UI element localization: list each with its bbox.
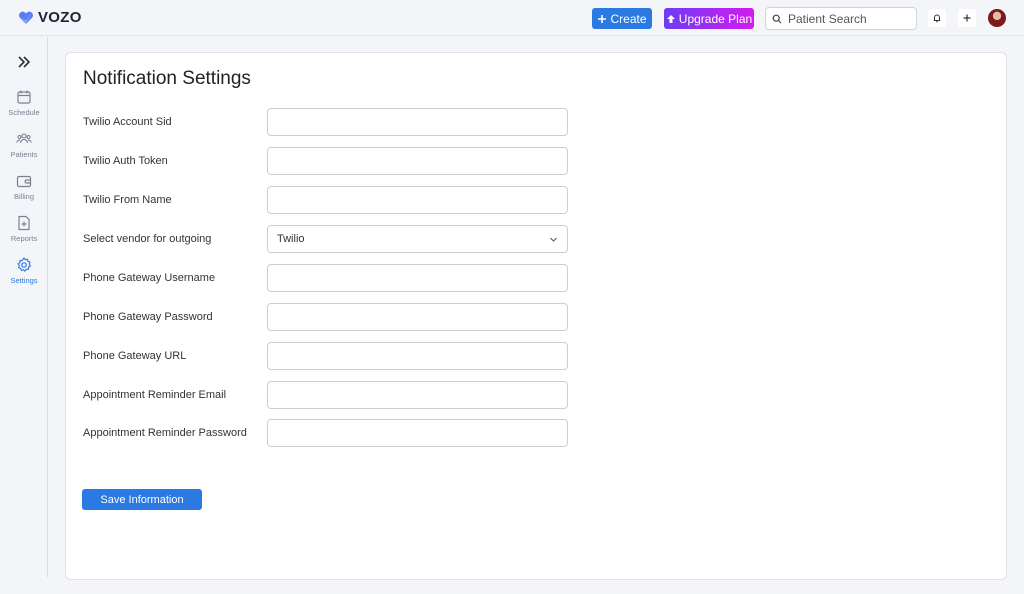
field-label: Twilio From Name <box>83 194 172 206</box>
create-button[interactable]: Create <box>592 8 652 29</box>
field-label: Appointment Reminder Email <box>83 389 227 401</box>
expand-sidebar-icon[interactable] <box>15 53 33 71</box>
vendor-select[interactable]: Twilio <box>267 225 568 253</box>
arrow-up-icon <box>666 14 675 23</box>
form-row-reminder-email: Appointment Reminder Email <box>83 381 573 409</box>
save-information-button[interactable]: Save Information <box>82 489 202 510</box>
form-row-phone-gateway-url: Phone Gateway URL <box>83 342 573 370</box>
sidebar-item-patients[interactable]: Patients <box>0 131 48 167</box>
field-label: Twilio Account Sid <box>83 116 172 128</box>
field-label: Twilio Auth Token <box>83 155 168 167</box>
sidebar-item-label: Reports <box>10 234 38 243</box>
sidebar-item-label: Billing <box>13 192 34 201</box>
chevron-down-icon <box>550 237 557 242</box>
quick-add-button[interactable] <box>958 9 976 27</box>
appointment-reminder-password-input[interactable] <box>267 419 568 447</box>
twilio-account-sid-input[interactable] <box>267 108 568 136</box>
calendar-icon <box>17 90 31 104</box>
patient-search[interactable] <box>765 7 917 30</box>
vendor-select-value: Twilio <box>277 233 305 245</box>
field-label: Select vendor for outgoing <box>83 233 212 245</box>
gear-icon <box>17 257 32 272</box>
bell-icon <box>933 14 941 23</box>
form-row-phone-gateway-password: Phone Gateway Password <box>83 303 573 331</box>
sidebar-item-schedule[interactable]: Schedule <box>0 89 48 125</box>
sidebar-item-label: Schedule <box>8 108 40 117</box>
user-avatar[interactable] <box>988 9 1006 27</box>
form-row-twilio-from-name: Twilio From Name <box>83 186 573 214</box>
search-icon <box>772 14 782 23</box>
upgrade-plan-label: Upgrade Plan <box>678 11 753 26</box>
notifications-button[interactable] <box>928 9 946 27</box>
form-row-twilio-account-sid: Twilio Account Sid <box>83 108 573 136</box>
form-row-vendor-select: Select vendor for outgoing Twilio <box>83 225 573 253</box>
plus-icon <box>963 14 971 22</box>
logo-text: VOZO <box>38 9 82 26</box>
sidebar-item-label: Patients <box>10 150 38 159</box>
sidebar-item-settings[interactable]: Settings <box>0 257 48 293</box>
sidebar: Schedule Patients Billing Reports Settin… <box>0 37 48 577</box>
wallet-icon <box>16 175 32 188</box>
phone-gateway-password-input[interactable] <box>267 303 568 331</box>
twilio-auth-token-input[interactable] <box>267 147 568 175</box>
upgrade-plan-button[interactable]: Upgrade Plan <box>664 8 754 29</box>
top-header: VOZO Create Upgrade Plan <box>0 0 1024 36</box>
patient-search-input[interactable] <box>788 11 908 26</box>
form-row-twilio-auth-token: Twilio Auth Token <box>83 147 573 175</box>
field-label: Phone Gateway Password <box>83 311 213 323</box>
phone-gateway-username-input[interactable] <box>267 264 568 292</box>
field-label: Phone Gateway Username <box>83 272 216 284</box>
sidebar-item-reports[interactable]: Reports <box>0 215 48 251</box>
create-button-label: Create <box>610 11 647 26</box>
page-title: Notification Settings <box>83 68 251 89</box>
sidebar-item-billing[interactable]: Billing <box>0 173 48 209</box>
logo[interactable]: VOZO <box>18 9 82 26</box>
form-row-phone-gateway-username: Phone Gateway Username <box>83 264 573 292</box>
notification-settings-card: Notification Settings Twilio Account Sid… <box>65 52 1007 580</box>
plus-icon <box>598 14 607 23</box>
report-icon <box>18 215 30 231</box>
sidebar-item-label: Settings <box>10 276 38 285</box>
twilio-from-name-input[interactable] <box>267 186 568 214</box>
heart-logo-icon <box>19 11 33 24</box>
form-row-reminder-password: Appointment Reminder Password <box>83 419 573 447</box>
field-label: Phone Gateway URL <box>83 350 187 362</box>
field-label: Appointment Reminder Password <box>83 427 247 439</box>
users-icon <box>16 133 32 144</box>
appointment-reminder-email-input[interactable] <box>267 381 568 409</box>
phone-gateway-url-input[interactable] <box>267 342 568 370</box>
